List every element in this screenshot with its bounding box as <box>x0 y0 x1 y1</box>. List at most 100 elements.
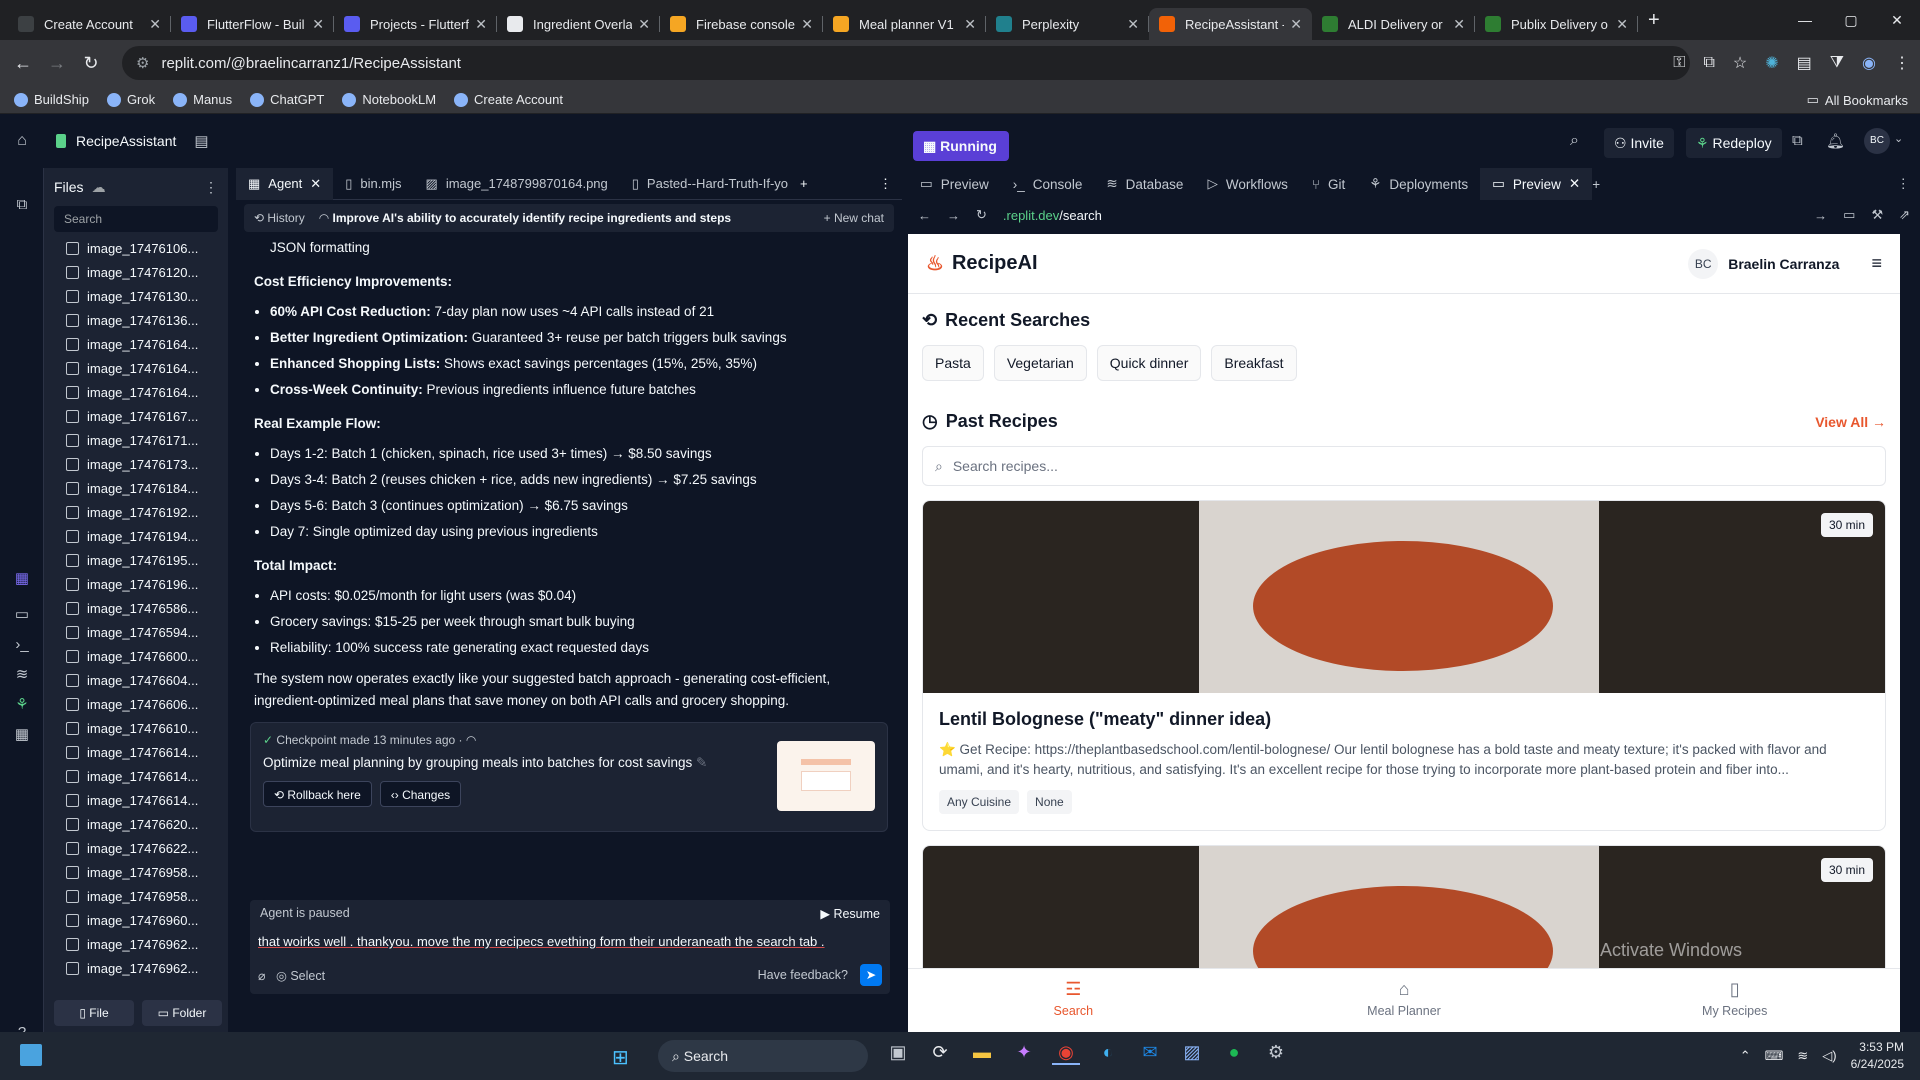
preview-tab[interactable]: ▭ Preview <box>908 168 1001 200</box>
editor-tab[interactable]: ▦ Agent ✕ <box>236 167 334 200</box>
devtools-icon[interactable]: ⚒ <box>1871 207 1883 223</box>
bell-icon[interactable]: 🔔︎ <box>1826 132 1845 150</box>
file-item[interactable]: image_17476194... <box>44 524 228 548</box>
preview-tab[interactable]: ≋ Database <box>1094 168 1195 200</box>
site-info-icon[interactable]: ⚙ <box>136 54 149 72</box>
keyboard-icon[interactable]: ⌨ <box>1765 1048 1784 1064</box>
close-icon[interactable]: ✕ <box>1616 16 1628 33</box>
outlook-icon[interactable]: ✉ <box>1136 1042 1164 1065</box>
invite-button[interactable]: ⚇ Invite <box>1604 128 1674 158</box>
close-icon[interactable]: ✕ <box>1874 12 1920 29</box>
nav-item-search[interactable]: ☲ Search <box>908 969 1239 1032</box>
new-chat-button[interactable]: + New chat <box>824 211 884 225</box>
file-item[interactable]: image_17476600... <box>44 644 228 668</box>
file-item[interactable]: image_17476958... <box>44 860 228 884</box>
file-item[interactable]: image_17476610... <box>44 716 228 740</box>
search-icon[interactable]: ⌕ <box>1570 132 1579 150</box>
file-item[interactable]: image_17476620... <box>44 812 228 836</box>
widgets-icon[interactable] <box>20 1044 42 1066</box>
file-item[interactable]: image_17476192... <box>44 500 228 524</box>
files-search-input[interactable]: Search <box>54 206 218 232</box>
reload-icon[interactable]: ↻ <box>74 53 108 74</box>
file-item[interactable]: image_17476958... <box>44 884 228 908</box>
copilot-icon[interactable]: ⟳ <box>926 1042 954 1065</box>
files-icon[interactable]: ⧉ <box>0 190 44 220</box>
close-icon[interactable]: ✕ <box>1453 16 1465 33</box>
file-item[interactable]: image_17476184... <box>44 476 228 500</box>
recipe-search-input[interactable]: ⌕ Search recipes... <box>922 446 1886 486</box>
close-icon[interactable]: ✕ <box>310 176 321 192</box>
bookmark-item[interactable]: Manus <box>173 92 232 107</box>
view-all-link[interactable]: View All → <box>1815 414 1886 430</box>
all-bookmarks[interactable]: ▭ All Bookmarks <box>1807 92 1908 108</box>
file-item[interactable]: image_17476195... <box>44 548 228 572</box>
agent-icon[interactable]: ▦ <box>0 564 44 594</box>
file-item[interactable]: image_17476167... <box>44 404 228 428</box>
volume-icon[interactable]: ◁) <box>1822 1048 1836 1064</box>
app-brand[interactable]: ♨ RecipeAI <box>926 251 1038 276</box>
file-explorer-icon[interactable]: ▬ <box>968 1042 996 1065</box>
profile-icon[interactable]: ◉ <box>1862 53 1876 73</box>
open-icon[interactable]: → <box>1814 208 1827 223</box>
preview-icon[interactable]: ▭ <box>0 600 44 630</box>
minimize-icon[interactable]: — <box>1782 12 1828 28</box>
taskbar-search[interactable]: ⌕ Search <box>658 1040 868 1072</box>
edge-icon[interactable]: ◐ <box>1094 1042 1122 1065</box>
file-item[interactable]: image_17476164... <box>44 380 228 404</box>
preview-tab[interactable]: ▷ Workflows <box>1195 168 1299 200</box>
recent-search-chip[interactable]: Vegetarian <box>993 345 1087 381</box>
recent-search-chip[interactable]: Breakfast <box>1211 345 1297 381</box>
close-icon[interactable]: ✕ <box>312 16 324 33</box>
file-item[interactable]: image_17476130... <box>44 284 228 308</box>
copy-icon[interactable]: ⧉ <box>1792 132 1803 149</box>
checkpoint-thumbnail[interactable] <box>777 741 875 811</box>
reload-icon[interactable]: ↻ <box>976 207 987 223</box>
preview-tab[interactable]: ⚘ Deployments <box>1357 168 1480 200</box>
file-item[interactable]: image_17476173... <box>44 452 228 476</box>
editor-tab[interactable]: ▯ Pasted--Hard-Truth-If-yo <box>620 168 800 200</box>
hamburger-icon[interactable]: ≡ <box>1871 253 1882 274</box>
rollback-button[interactable]: ⟲ Rollback here <box>263 781 372 807</box>
close-icon[interactable]: ✕ <box>1290 16 1302 33</box>
file-item[interactable]: image_17476606... <box>44 692 228 716</box>
chevron-down-icon[interactable]: ⌄ <box>1894 132 1903 145</box>
clock[interactable]: 3:53 PM 6/24/2025 <box>1851 1039 1904 1073</box>
console-icon[interactable]: ›_ <box>0 630 44 660</box>
more-icon[interactable]: ⋮ <box>204 179 218 196</box>
file-item[interactable]: image_17476171... <box>44 428 228 452</box>
key-icon[interactable]: ⚿ <box>1673 54 1685 72</box>
new-tab-icon[interactable]: + <box>1648 9 1660 32</box>
file-item[interactable]: image_17476586... <box>44 596 228 620</box>
user-menu[interactable]: BC Braelin Carranza ≡ <box>1688 248 1882 279</box>
forward-icon[interactable]: → <box>947 208 960 223</box>
send-button[interactable]: ➤ <box>860 964 882 986</box>
redeploy-button[interactable]: ⚘ Redeploy <box>1686 128 1782 158</box>
browser-tab[interactable]: Firebase console ✕ <box>660 8 823 40</box>
browser-tab[interactable]: Perplexity ✕ <box>986 8 1149 40</box>
file-item[interactable]: image_17476106... <box>44 236 228 260</box>
file-item[interactable]: image_17476960... <box>44 908 228 932</box>
layout-icon[interactable]: ▤ <box>194 132 208 150</box>
history-button[interactable]: ⟲ History <box>254 211 305 225</box>
changes-button[interactable]: ‹› Changes <box>379 781 462 807</box>
task-view-icon[interactable]: ▣ <box>884 1042 912 1065</box>
file-item[interactable]: image_17476120... <box>44 260 228 284</box>
forward-icon[interactable]: → <box>40 53 74 74</box>
chrome-icon[interactable]: ◉ <box>1052 1042 1080 1065</box>
file-item[interactable]: image_17476594... <box>44 620 228 644</box>
file-item[interactable]: image_17476614... <box>44 764 228 788</box>
prompt-input[interactable]: that woirks well . thankyou. move the my… <box>250 926 890 994</box>
browser-tab[interactable]: Meal planner V1 ✕ <box>823 8 986 40</box>
omnibox[interactable]: ⚙ replit.com/@braelincarranz1/RecipeAssi… <box>122 46 1690 80</box>
file-item[interactable]: image_17476622... <box>44 836 228 860</box>
star-icon[interactable]: ☆ <box>1733 53 1747 73</box>
more-icon[interactable]: ⋮ <box>879 176 892 192</box>
file-item[interactable]: image_17476196... <box>44 572 228 596</box>
settings-icon[interactable]: ⚙ <box>1262 1042 1290 1065</box>
tools-icon[interactable]: ▦ <box>0 720 44 750</box>
feedback-link[interactable]: Have feedback? <box>758 968 848 982</box>
browser-tab[interactable]: FlutterFlow - Buil ✕ <box>171 8 334 40</box>
bookmark-item[interactable]: NotebookLM <box>342 92 436 107</box>
file-item[interactable]: image_17476164... <box>44 356 228 380</box>
wifi-icon[interactable]: ≋ <box>1797 1048 1808 1064</box>
